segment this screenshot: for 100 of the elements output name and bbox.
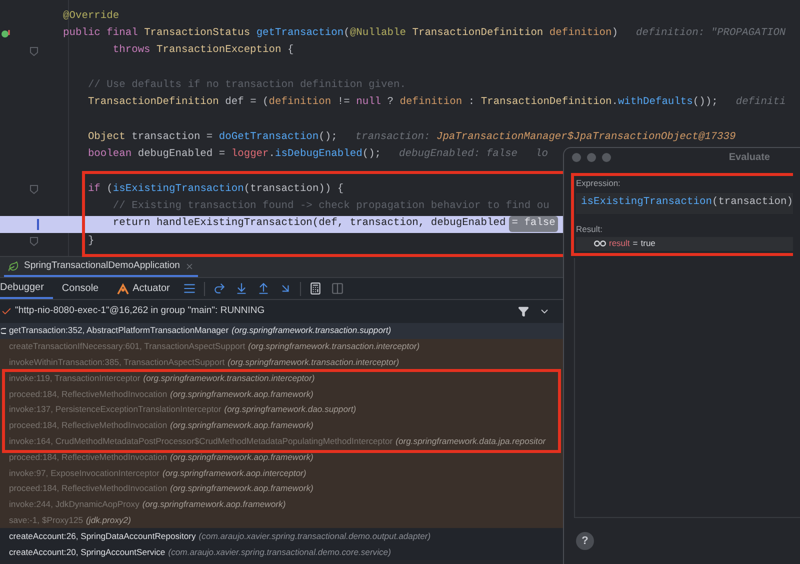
frame-package: (org.springframework.aop.framework) xyxy=(170,419,314,432)
code-token: isDebugEnabled xyxy=(275,147,362,162)
code-token: . xyxy=(268,147,276,162)
code-token: throws xyxy=(112,43,152,58)
frame-method: proceed:184, ReflectiveMethodInvocation xyxy=(9,450,168,464)
code-comment: // Existing transaction found -> check propagation behavior to find ou xyxy=(112,199,550,214)
code-token: withDefaults xyxy=(618,95,693,110)
debug-tab[interactable]: Debugger xyxy=(0,278,53,299)
frame-package: (org.springframework.transaction.interceptor) xyxy=(143,372,315,385)
frame-method: getTransaction:352, AbstractPlatformTransactionManager xyxy=(9,324,229,338)
code-token: null xyxy=(356,95,382,110)
inline-hint: debugEnabled: false xyxy=(399,147,518,162)
method-override-icon xyxy=(1,29,11,40)
frame-package: (org.springframework.aop.framework) xyxy=(170,482,314,496)
frame-method: proceed:184, ReflectiveMethodInvocation xyxy=(9,388,168,401)
inline-hint: definiti xyxy=(736,95,786,110)
execution-point-marker xyxy=(37,218,39,230)
frame-package: (jdk.proxy2) xyxy=(86,514,131,527)
code-comment: // Use defaults if no transaction definition given. xyxy=(86,78,406,94)
help-button[interactable]: ? xyxy=(576,532,594,550)
step-over-icon[interactable] xyxy=(212,282,226,295)
frame-package: (org.springframework.transaction.interceptor) xyxy=(248,340,420,354)
menu-icon[interactable] xyxy=(182,282,196,295)
code-token: doGetTransaction xyxy=(218,130,319,145)
code-token: definition xyxy=(549,26,612,42)
frame-package: (org.springframework.data.jpa.repositor xyxy=(396,435,546,448)
frame-package: (org.springframework.aop.framework) xyxy=(142,498,286,512)
inline-value-badge: = false xyxy=(508,216,558,232)
spring-leaf-icon xyxy=(8,260,19,272)
code-token: ( xyxy=(106,182,113,197)
code-token: public final xyxy=(63,26,139,42)
code-token: (); xyxy=(362,147,382,162)
code-token: TransactionStatus xyxy=(144,26,252,42)
code-token: debugEnabled = xyxy=(138,147,226,162)
result-value: true xyxy=(640,237,656,250)
frame-method: invoke:137, PersistenceExceptionTranslationInterceptor xyxy=(9,403,222,416)
fold-icon xyxy=(30,184,38,194)
dialog-title: Evaluate xyxy=(728,150,770,164)
debug-tab[interactable]: Actuator xyxy=(108,278,179,299)
code-token: . xyxy=(612,95,618,110)
debug-tab[interactable]: Console xyxy=(52,278,108,299)
step-out-icon[interactable] xyxy=(256,282,270,295)
columns-icon[interactable] xyxy=(330,282,344,295)
code-token: TransactionDefinition xyxy=(480,95,612,110)
code-token: definition xyxy=(268,95,332,110)
filter-icon[interactable] xyxy=(518,306,529,317)
watch-glasses-icon xyxy=(594,240,606,247)
thread-status: "http-nio-8080-exec-1"@16,262 in group "main": RUNNING xyxy=(15,304,266,318)
code-token: if xyxy=(86,182,102,197)
inline-hint: definition: "PROPAGATION xyxy=(636,26,786,42)
code-token: != xyxy=(337,95,351,110)
close-icon[interactable] xyxy=(184,262,194,270)
frame-method: createAccount:20, SpringAccountService xyxy=(9,546,166,558)
code-token: transaction = xyxy=(132,130,214,145)
code-token: isExistingTransaction xyxy=(581,195,712,210)
frame-method: invoke:119, TransactionInterceptor xyxy=(9,372,140,385)
code-token: return handleExistingTransaction(def, transaction, debugEnabled xyxy=(112,216,506,232)
frame-method: invokeWithinTransaction:385, TransactionAspectSupport xyxy=(9,356,225,369)
code-token: definition xyxy=(400,95,464,110)
result-name: result xyxy=(609,237,630,250)
code-token: (); xyxy=(318,130,338,145)
expression-label: Expression: xyxy=(576,177,622,190)
code-token: @Nullable xyxy=(350,26,407,42)
frame-package: (org.springframework.transaction.interceptor) xyxy=(228,356,400,369)
frame-package: (org.springframework.aop.framework) xyxy=(170,388,314,401)
frame-package: (com.araujo.xavier.spring.transactional.demo.output.adapter) xyxy=(198,530,431,543)
actuator-icon xyxy=(116,282,129,294)
code-token: : xyxy=(468,95,476,110)
frame-method: proceed:184, ReflectiveMethodInvocation xyxy=(9,482,168,496)
code-token: Object xyxy=(86,130,126,145)
frame-method: save:-1, $Proxy125 xyxy=(9,514,84,527)
frame-method: createAccount:26, SpringDataAccountRepository xyxy=(9,530,196,543)
inline-hint: transaction: xyxy=(355,130,432,145)
session-tab-label: SpringTransactionalDemoApplication xyxy=(24,258,180,273)
frame-package: (org.springframework.dao.support) xyxy=(224,403,356,416)
frame-method: invoke:164, CrudMethodMetadataPostProcessor$CrudMethodMetadataPopulatingMethodInterceptor xyxy=(9,435,393,448)
code-token: getTransaction xyxy=(256,26,344,42)
calculator-icon[interactable] xyxy=(308,282,322,295)
code-token: } xyxy=(86,234,94,249)
code-token: ? xyxy=(387,95,395,110)
code-token: isExistingTransaction xyxy=(112,182,244,197)
frame-method: invoke:97, ExposeInvocationInterceptor xyxy=(9,466,160,480)
code-token: ( xyxy=(344,26,350,42)
inline-hint: lo xyxy=(536,147,548,162)
frame-package: (org.springframework.transaction.support) xyxy=(232,324,392,338)
frame-package: (org.springframework.aop.interceptor) xyxy=(162,466,306,480)
code-token: TransactionException xyxy=(156,43,282,58)
code-token: logger xyxy=(231,147,269,162)
frame-method: createTransactionIfNecessary:601, TransactionAspectSupport xyxy=(9,340,246,354)
step-into-icon[interactable] xyxy=(234,282,248,295)
result-operator: = xyxy=(632,237,638,250)
fold-icon xyxy=(30,236,38,246)
code-token: ()); xyxy=(692,95,718,110)
current-frame-icon xyxy=(1,328,7,334)
frame-package: (com.araujo.xavier.spring.transactional.demo.core.service) xyxy=(168,546,391,558)
expression-field[interactable]: isExistingTransaction(transaction) xyxy=(576,192,793,214)
code-token: (transaction)) { xyxy=(244,182,344,197)
code-token: TransactionDefinition xyxy=(412,26,544,42)
code-token: ) xyxy=(612,26,618,42)
result-row[interactable]: result = true xyxy=(576,236,793,250)
